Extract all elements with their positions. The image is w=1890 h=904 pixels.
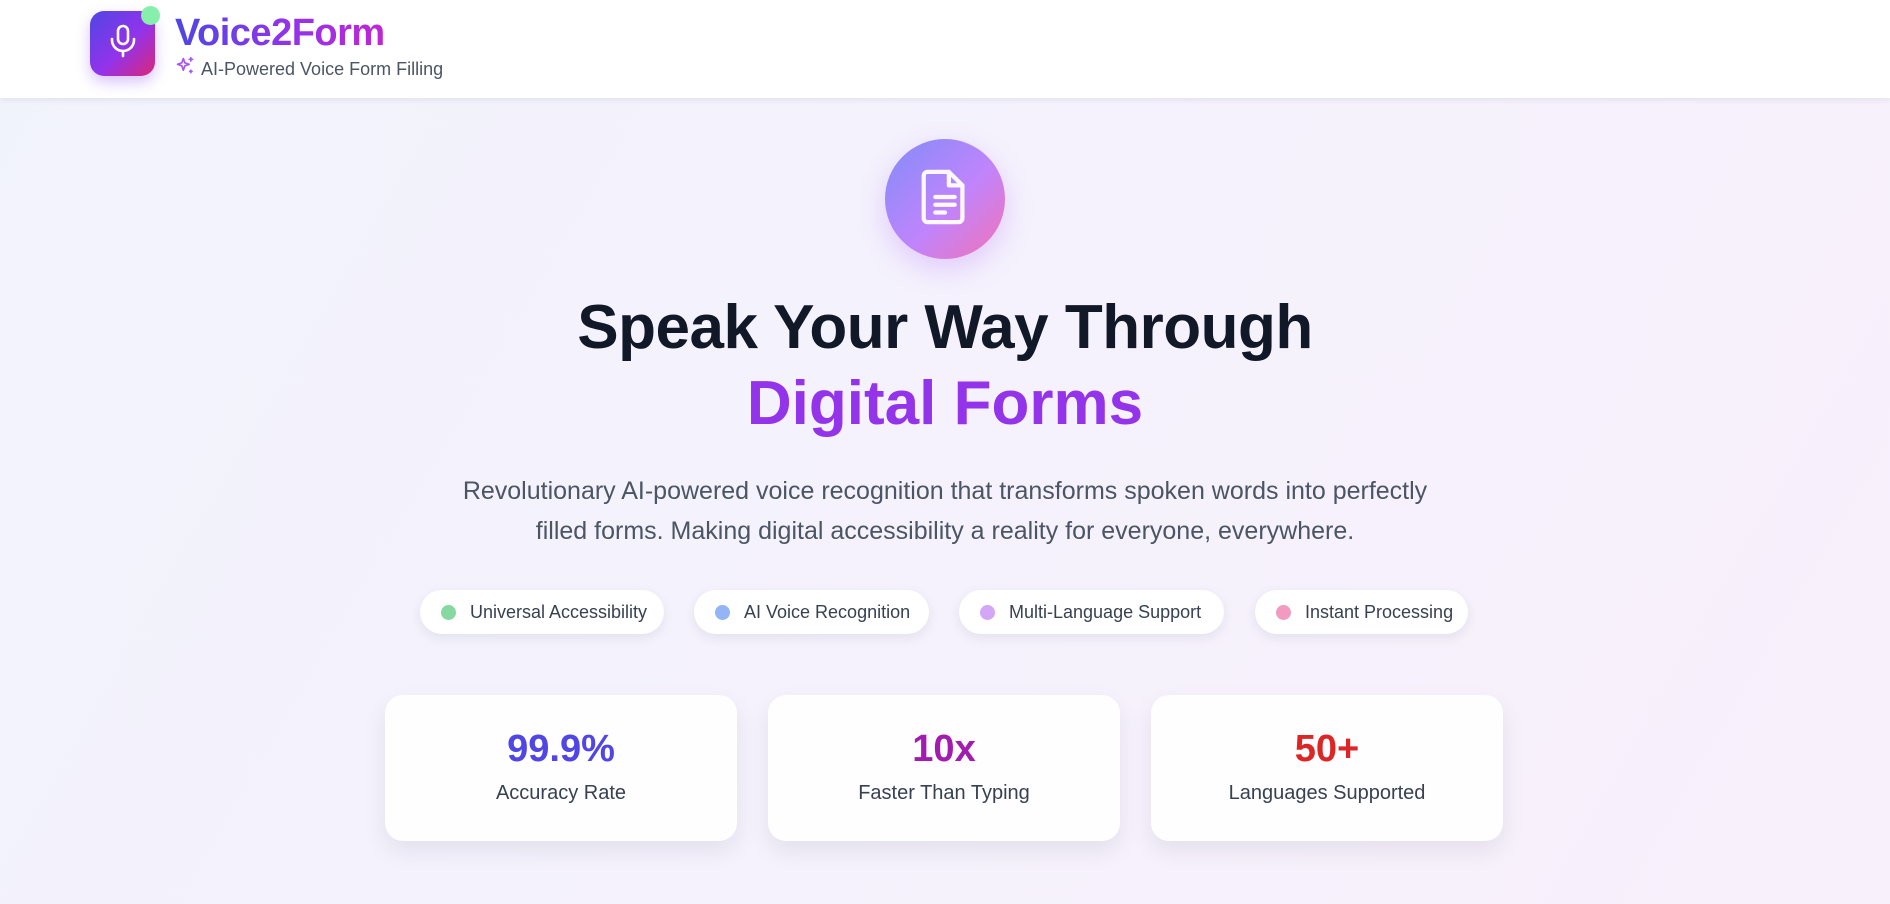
hero-title: Speak Your Way Through <box>577 293 1313 362</box>
stat-label: Faster Than Typing <box>858 782 1030 804</box>
feature-dot <box>1276 604 1291 620</box>
feature-pill-label: Instant Processing <box>1305 601 1454 622</box>
feature-pill-instant-processing: Instant Processing <box>1255 590 1468 634</box>
stat-value: 99.9% <box>507 728 615 770</box>
hero-description: Revolutionary AI-powered voice recogniti… <box>462 477 1428 545</box>
feature-pill-ai-voice-recognition: AI Voice Recognition <box>694 590 929 634</box>
feature-dot <box>715 604 730 620</box>
stat-label: Languages Supported <box>1228 782 1426 804</box>
brand-subtitle-text: AI-Powered Voice Form Filling <box>201 58 444 79</box>
stat-card-languages: 50+ Languages Supported <box>1151 695 1503 841</box>
feature-pill-universal-accessibility: Universal Accessibility <box>420 590 664 634</box>
feature-dot <box>980 604 995 620</box>
feature-pill-label: Multi-Language Support <box>1009 601 1202 622</box>
stat-card-speed: 10x Faster Than Typing <box>768 695 1120 841</box>
microphone-icon <box>108 24 138 63</box>
app-header: Voice2Form AI-Powered Voice Form Filling <box>0 0 1890 98</box>
feature-pills: Universal Accessibility AI Voice Recogni… <box>0 590 1890 636</box>
stat-label: Accuracy Rate <box>495 782 627 804</box>
feature-pill-label: Universal Accessibility <box>470 601 648 622</box>
brand-title: Voice2Form <box>175 12 385 54</box>
hero-document-badge <box>885 139 1005 259</box>
document-icon <box>919 168 971 231</box>
sparkles-icon <box>175 56 195 81</box>
stat-card-accuracy: 99.9% Accuracy Rate <box>385 695 737 841</box>
feature-pill-multi-language-support: Multi-Language Support <box>959 590 1224 634</box>
feature-dot <box>441 604 456 620</box>
stat-value: 50+ <box>1294 728 1360 770</box>
feature-pill-label: AI Voice Recognition <box>744 601 911 622</box>
stat-value: 10x <box>912 728 976 770</box>
hero-title-accent: Digital Forms <box>746 369 1144 438</box>
brand-subtitle: AI-Powered Voice Form Filling <box>175 56 443 81</box>
status-indicator-dot <box>141 6 160 25</box>
